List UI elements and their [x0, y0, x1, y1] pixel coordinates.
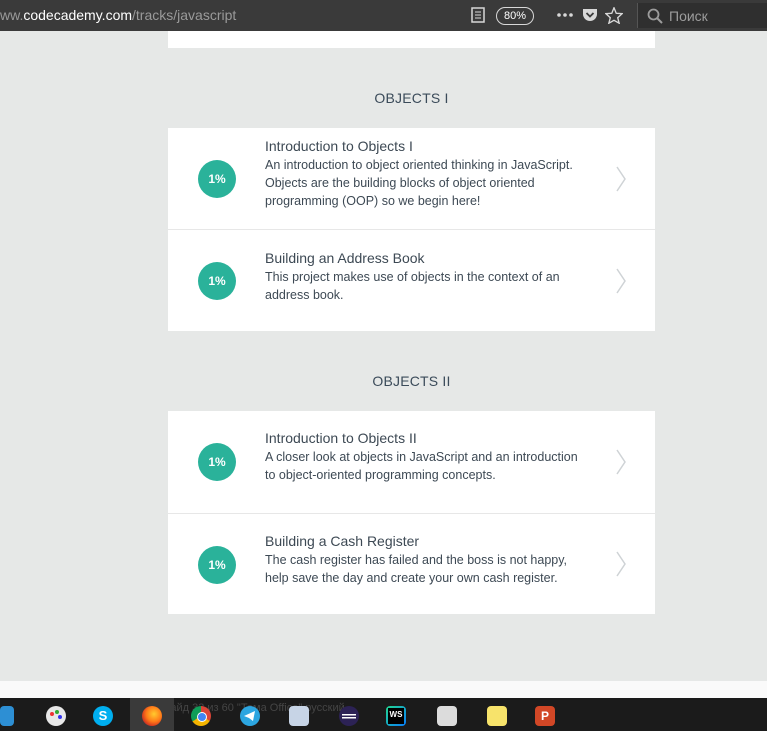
sticky-notes-icon[interactable] — [487, 706, 507, 726]
lesson-title: Building an Address Book — [265, 250, 425, 266]
paint-icon[interactable] — [46, 706, 66, 726]
lesson-item[interactable]: 1% Building a Cash Register The cash reg… — [168, 514, 655, 614]
powerpoint-icon[interactable]: P — [535, 706, 555, 726]
section-card: 1% Introduction to Objects I An introduc… — [168, 128, 655, 331]
url-host: codecademy.com — [23, 7, 133, 23]
chrome-icon[interactable] — [191, 706, 211, 726]
taskbar — [0, 698, 767, 731]
zoom-level[interactable]: 80% — [496, 7, 534, 25]
lesson-item[interactable]: 1% Introduction to Objects II A closer l… — [168, 411, 655, 513]
search-icon — [647, 8, 663, 29]
firefox-icon[interactable] — [142, 706, 162, 726]
more-icon[interactable] — [556, 6, 574, 24]
progress-badge: 1% — [198, 443, 236, 481]
section-title: OBJECTS II — [372, 373, 451, 389]
webstorm-icon[interactable]: WS — [386, 706, 406, 726]
lesson-title: Introduction to Objects II — [265, 430, 417, 446]
chevron-right-icon — [616, 449, 626, 475]
search-field[interactable]: Поиск — [637, 3, 767, 28]
section-card: 1% Introduction to Objects II A closer l… — [168, 411, 655, 614]
lesson-description: A closer look at objects in JavaScript a… — [265, 450, 578, 482]
lesson-description: The cash register has failed and the bos… — [265, 553, 568, 585]
skype-icon[interactable]: S — [93, 706, 113, 726]
telegram-icon[interactable] — [240, 706, 260, 726]
lesson-description: An introduction to object oriented think… — [265, 158, 573, 208]
image-viewer-icon[interactable] — [289, 706, 309, 726]
lesson-description: This project makes use of objects in the… — [265, 270, 560, 302]
progress-badge: 1% — [198, 546, 236, 584]
address-bar[interactable]: ww.codecademy.com/tracks/javascript — [0, 7, 236, 23]
progress-badge: 1% — [198, 160, 236, 198]
chevron-right-icon — [616, 166, 626, 192]
window-icon[interactable] — [0, 706, 14, 726]
lesson-item[interactable]: 1% Introduction to Objects I An introduc… — [168, 128, 655, 229]
lesson-item[interactable]: 1% Building an Address Book This project… — [168, 230, 655, 331]
page-footer-strip — [0, 681, 767, 698]
browser-toolbar: ww.codecademy.com/tracks/javascript 80% … — [0, 0, 767, 31]
pocket-icon[interactable] — [582, 6, 598, 24]
chevron-right-icon — [616, 268, 626, 294]
lesson-title: Building a Cash Register — [265, 533, 420, 549]
lesson-title: Introduction to Objects I — [265, 138, 413, 154]
star-icon[interactable] — [605, 6, 623, 24]
previous-section-card — [168, 31, 655, 48]
url-path: /tracks/javascript — [132, 7, 237, 23]
section-title: OBJECTS I — [374, 90, 449, 106]
progress-badge: 1% — [198, 262, 236, 300]
reader-icon[interactable] — [470, 6, 486, 24]
eclipse-icon[interactable] — [339, 706, 359, 726]
search-placeholder: Поиск — [669, 8, 708, 24]
url-prefix: ww. — [0, 7, 24, 23]
screenshot-icon[interactable] — [437, 706, 457, 726]
chevron-right-icon — [616, 551, 626, 577]
